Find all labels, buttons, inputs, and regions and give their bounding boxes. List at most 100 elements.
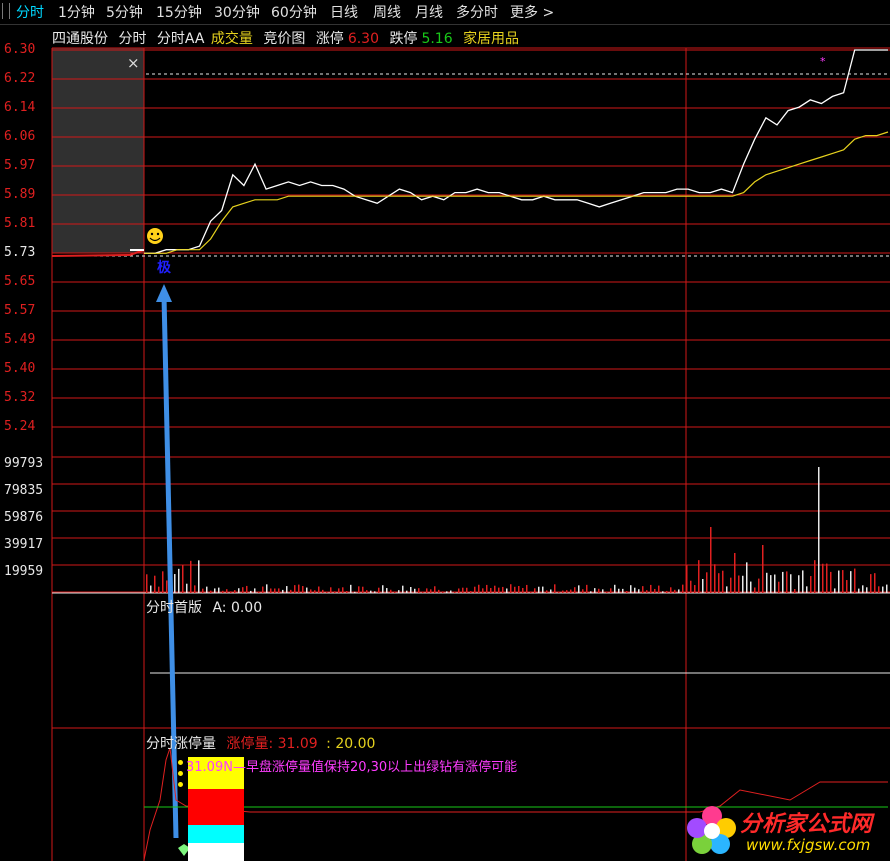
volume-bar xyxy=(230,591,232,593)
volume-bar xyxy=(250,590,252,593)
volume-bar xyxy=(702,578,704,593)
volume-bar xyxy=(646,590,648,593)
volume-bar xyxy=(274,588,276,593)
volume-bar xyxy=(818,467,820,593)
volume-bar xyxy=(850,571,852,593)
volume-tick: 79835 xyxy=(4,483,44,498)
volume-bar xyxy=(610,588,612,593)
volume-bar xyxy=(714,564,716,593)
price-tick: 5.73 xyxy=(4,245,36,260)
volume-bar xyxy=(374,591,376,593)
volume-bar xyxy=(758,578,760,593)
volume-bar xyxy=(406,590,408,593)
volume-bar xyxy=(598,588,600,593)
volume-bar xyxy=(518,585,520,593)
volume-bar xyxy=(502,586,504,593)
volume-bar xyxy=(206,586,208,593)
volume-bar xyxy=(494,585,496,593)
volume-bar xyxy=(842,570,844,593)
volume-bar xyxy=(462,587,464,593)
volume-bar xyxy=(706,572,708,593)
volume-tick: 39917 xyxy=(4,537,44,552)
volume-bar xyxy=(658,585,660,593)
volume-bar xyxy=(534,588,536,593)
panel1-title-row: 分时首版 A: 0.00 xyxy=(146,597,262,617)
arrow-head-icon xyxy=(156,284,172,302)
volume-bar xyxy=(354,591,356,593)
volume-bar xyxy=(370,590,372,593)
volume-bar xyxy=(338,588,340,593)
volume-bar xyxy=(446,591,448,593)
volume-bar xyxy=(734,553,736,593)
volume-bar xyxy=(550,589,552,593)
price-tick: 5.89 xyxy=(4,187,36,202)
volume-bar xyxy=(622,588,624,593)
volume-bar xyxy=(194,585,196,593)
volume-bar xyxy=(730,577,732,593)
panel2-label: 涨停量: xyxy=(226,736,274,752)
volume-bar xyxy=(346,590,348,593)
volume-bar xyxy=(266,584,268,593)
volume-bar xyxy=(386,588,388,593)
volume-bar xyxy=(810,576,812,593)
price-tick: 6.22 xyxy=(4,71,36,86)
volume-bar xyxy=(874,573,876,593)
volume-bar xyxy=(466,587,468,593)
volume-bar xyxy=(190,560,192,593)
volume-bar xyxy=(546,590,548,593)
volume-bar xyxy=(746,562,748,593)
volume-bar xyxy=(590,591,592,593)
volume-bar xyxy=(450,590,452,593)
close-icon[interactable]: × xyxy=(127,54,140,72)
volume-bar xyxy=(342,587,344,593)
volume-bar xyxy=(294,585,296,593)
volume-bar xyxy=(822,563,824,593)
volume-bar xyxy=(682,584,684,593)
intraday-chart[interactable]: * xyxy=(0,0,890,861)
volume-bar xyxy=(422,591,424,593)
volume-bar xyxy=(870,574,872,593)
volume-bar xyxy=(186,583,188,593)
volume-bar xyxy=(454,591,456,593)
volume-bar xyxy=(498,587,500,593)
volume-bar xyxy=(634,587,636,593)
volume-bar xyxy=(670,587,672,593)
volume-bar xyxy=(330,587,332,593)
volume-bar xyxy=(654,588,656,593)
volume-bar xyxy=(814,560,816,593)
volume-tick: 99793 xyxy=(4,456,44,471)
volume-bar xyxy=(506,588,508,593)
volume-bar xyxy=(234,590,236,593)
volume-bar xyxy=(530,591,532,593)
signal-marker: 极 xyxy=(157,260,171,276)
volume-bar xyxy=(246,585,248,593)
volume-bar xyxy=(718,573,720,593)
volume-bar xyxy=(562,590,564,593)
dot-2 xyxy=(178,771,183,776)
volume-bar xyxy=(150,585,152,593)
volume-bar xyxy=(698,560,700,593)
volume-bar xyxy=(366,590,368,593)
volume-bar xyxy=(778,581,780,593)
volume-bar xyxy=(326,591,328,593)
volume-bar xyxy=(258,591,260,593)
volume-bar xyxy=(802,570,804,593)
volume-bar xyxy=(878,586,880,593)
volume-bar xyxy=(866,587,868,593)
block-cyan xyxy=(188,825,244,843)
volume-bar xyxy=(490,588,492,593)
volume-bar xyxy=(618,588,620,593)
volume-bar xyxy=(858,588,860,593)
volume-bar xyxy=(254,588,256,593)
volume-bar xyxy=(834,588,836,593)
volume-bar xyxy=(378,587,380,593)
volume-bar xyxy=(742,575,744,593)
volume-bar xyxy=(558,591,560,593)
volume-bar xyxy=(438,589,440,593)
volume-bar xyxy=(414,588,416,593)
volume-bar xyxy=(826,563,828,593)
price-tick: 5.24 xyxy=(4,419,36,434)
volume-bar xyxy=(754,587,756,593)
volume-bar xyxy=(750,581,752,593)
volume-bar xyxy=(362,586,364,593)
